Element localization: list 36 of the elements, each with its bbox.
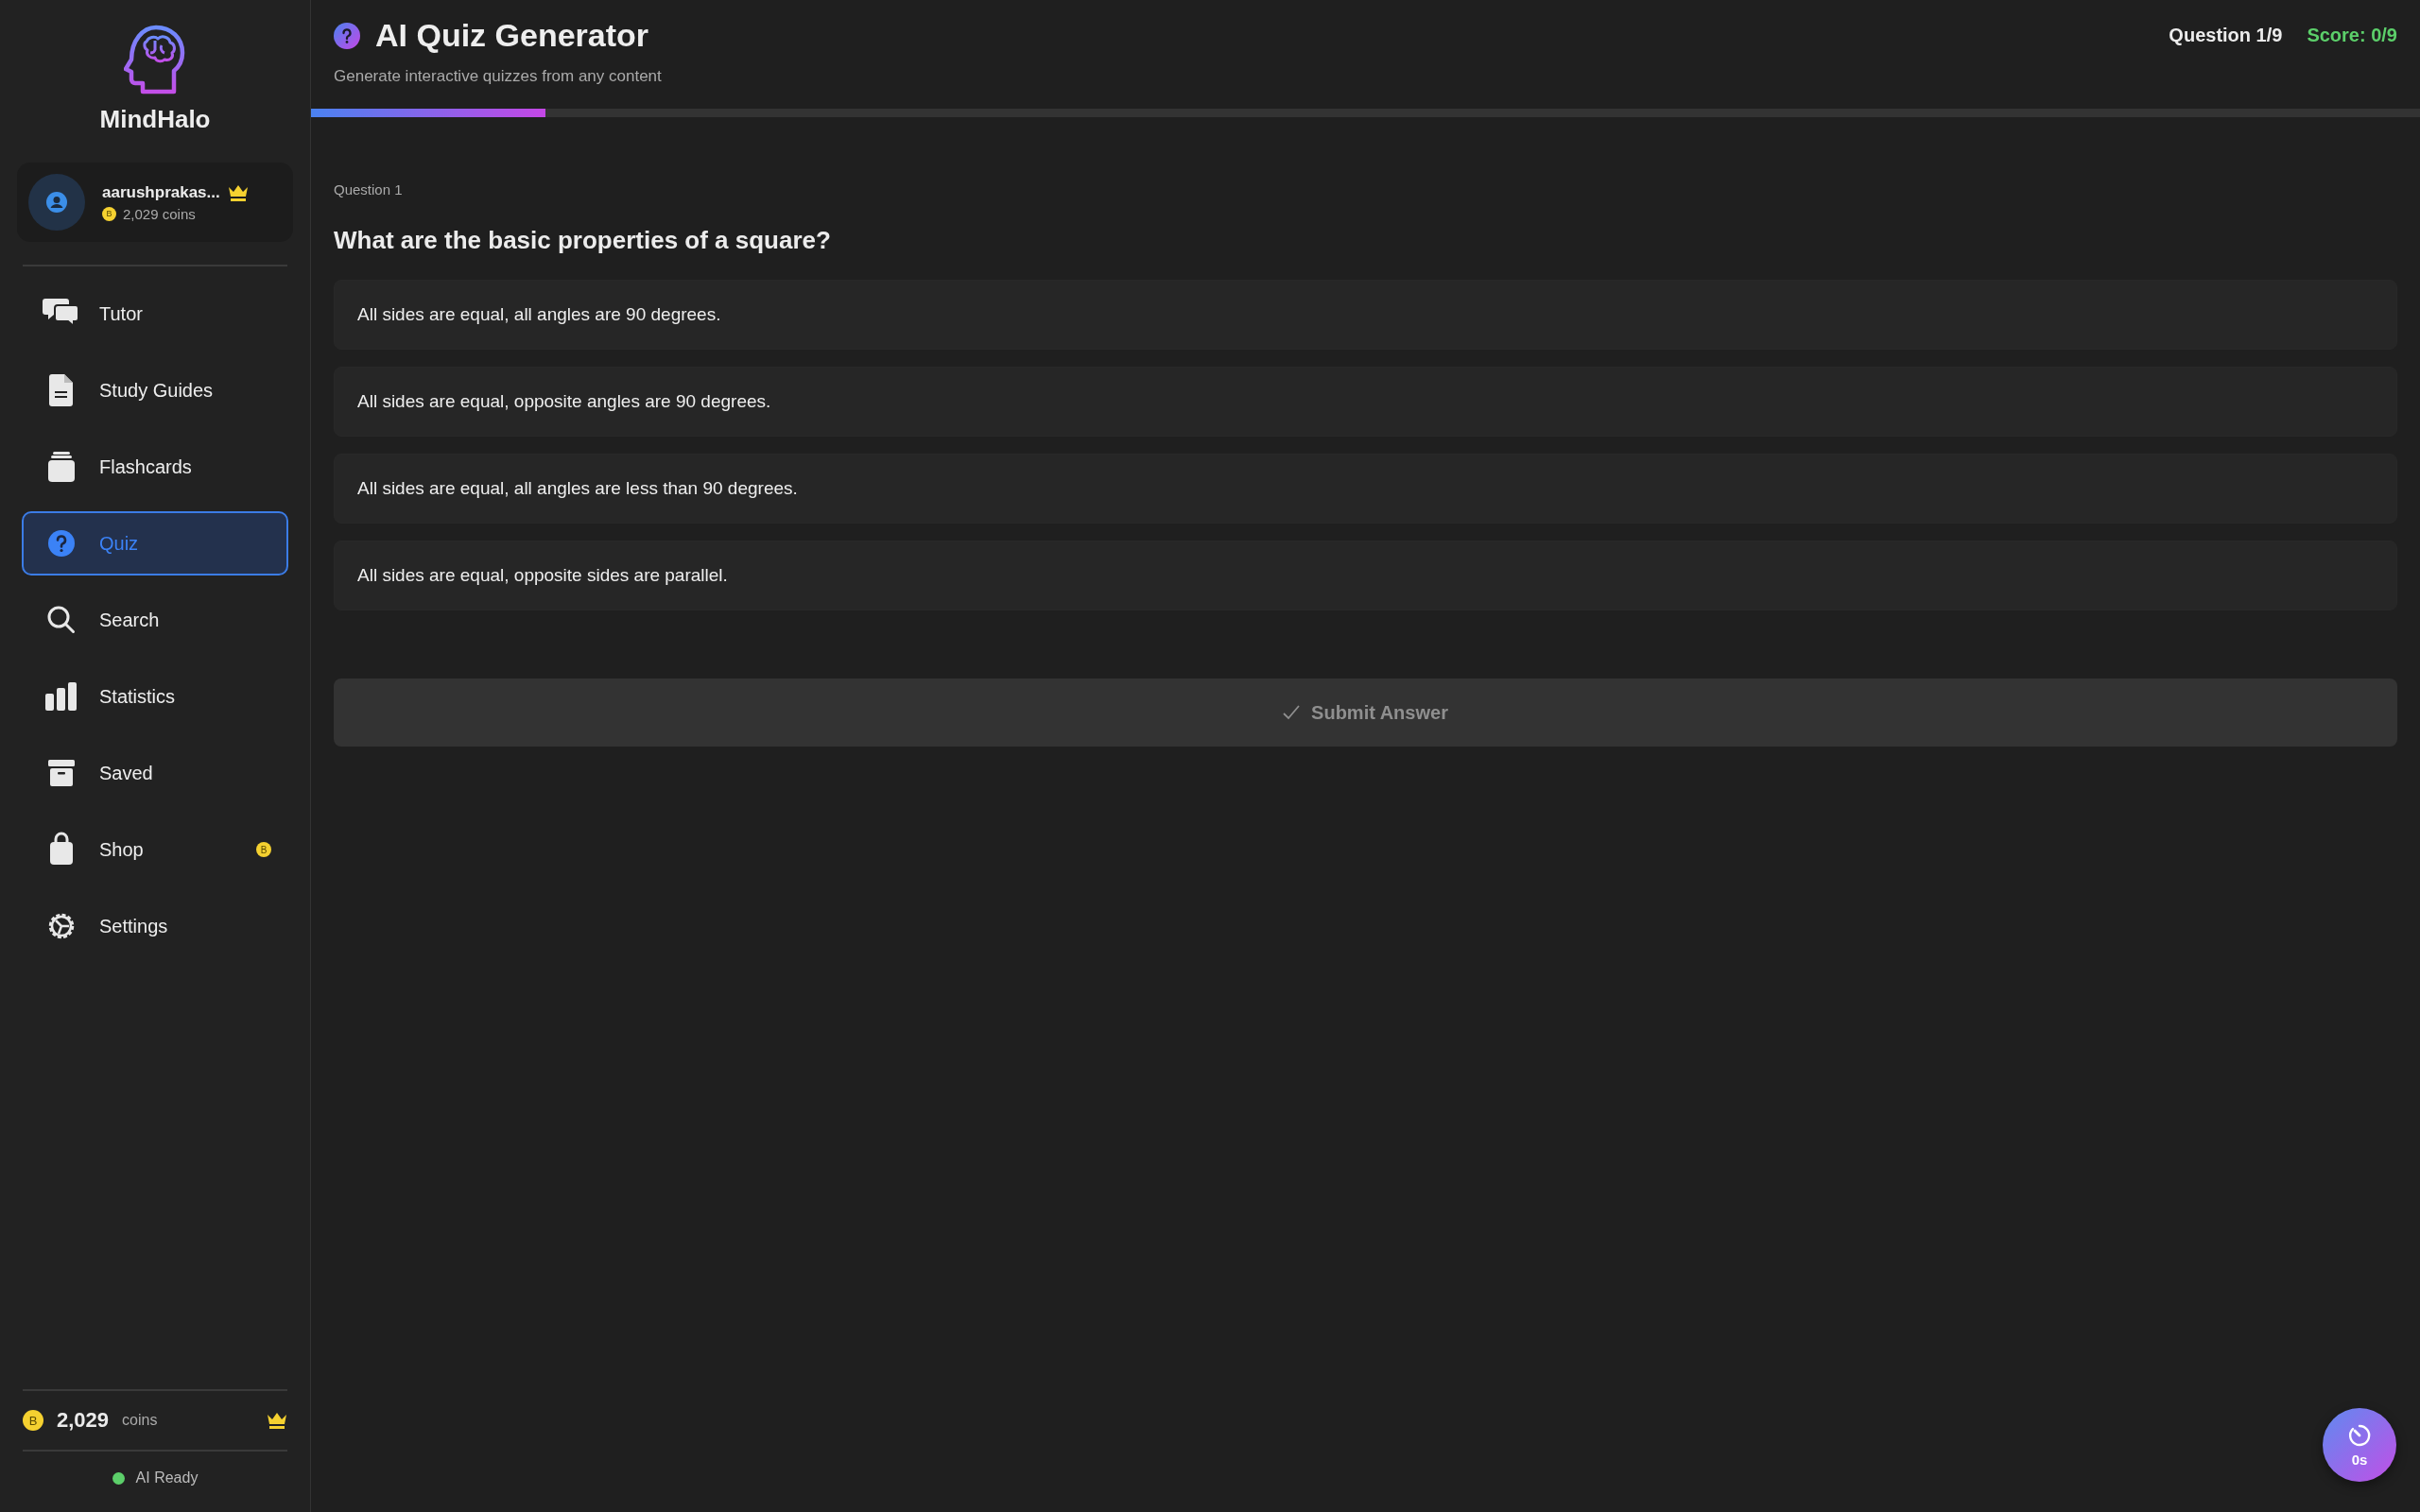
nav-item[interactable]: Settings xyxy=(22,894,288,958)
stopwatch-icon xyxy=(2347,1422,2372,1448)
coin-badge: B xyxy=(256,842,271,857)
avatar xyxy=(28,174,85,231)
answer-option[interactable]: All sides are equal, all angles are 90 degrees. xyxy=(334,280,2397,350)
answer-option[interactable]: All sides are equal, opposite sides are parallel. xyxy=(334,541,2397,610)
question-counter: Question 1/9 xyxy=(2169,25,2283,46)
coin-unit: coins xyxy=(122,1412,158,1429)
coin-icon: B xyxy=(23,1410,43,1431)
nav-item[interactable]: Search xyxy=(22,588,288,652)
nav-item[interactable]: Statistics xyxy=(22,664,288,729)
crown-icon xyxy=(267,1412,287,1429)
crown-icon xyxy=(227,183,249,201)
nav-item[interactable]: Study Guides xyxy=(22,358,288,422)
timer-reading: 0s xyxy=(2351,1451,2368,1468)
nav-item[interactable]: Tutor xyxy=(22,282,288,346)
coin-total: 2,029 xyxy=(57,1408,110,1433)
nav-item[interactable]: Shop B xyxy=(22,817,288,882)
answer-option[interactable]: All sides are equal, all angles are less than 90 degrees. xyxy=(334,454,2397,524)
question-icon xyxy=(334,22,360,49)
question-number: Question 1 xyxy=(334,181,404,198)
page-title: AI Quiz Generator xyxy=(375,17,649,54)
score: Score: 0/9 xyxy=(2307,25,2397,46)
page-subtitle: Generate interactive quizzes from any content xyxy=(334,67,662,86)
status-text: AI Ready xyxy=(135,1469,199,1486)
coin-balance: 2,029 coins xyxy=(123,205,196,222)
nav-item[interactable]: Quiz xyxy=(22,511,288,576)
checkmark-icon xyxy=(1283,705,1301,720)
answer-option[interactable]: All sides are equal, opposite angles are 90 degrees. xyxy=(334,367,2397,437)
nav-item[interactable]: Flashcards xyxy=(22,435,288,499)
user-name: aarushprakas... xyxy=(102,182,220,202)
nav-item[interactable]: Saved xyxy=(22,741,288,805)
question-text: What are the basic properties of a square? xyxy=(334,226,832,255)
brand-name: MindHalo xyxy=(99,105,211,134)
user-card[interactable]: aarushprakas... B 2,029 coins xyxy=(17,163,293,242)
coin-icon: B xyxy=(102,206,116,221)
